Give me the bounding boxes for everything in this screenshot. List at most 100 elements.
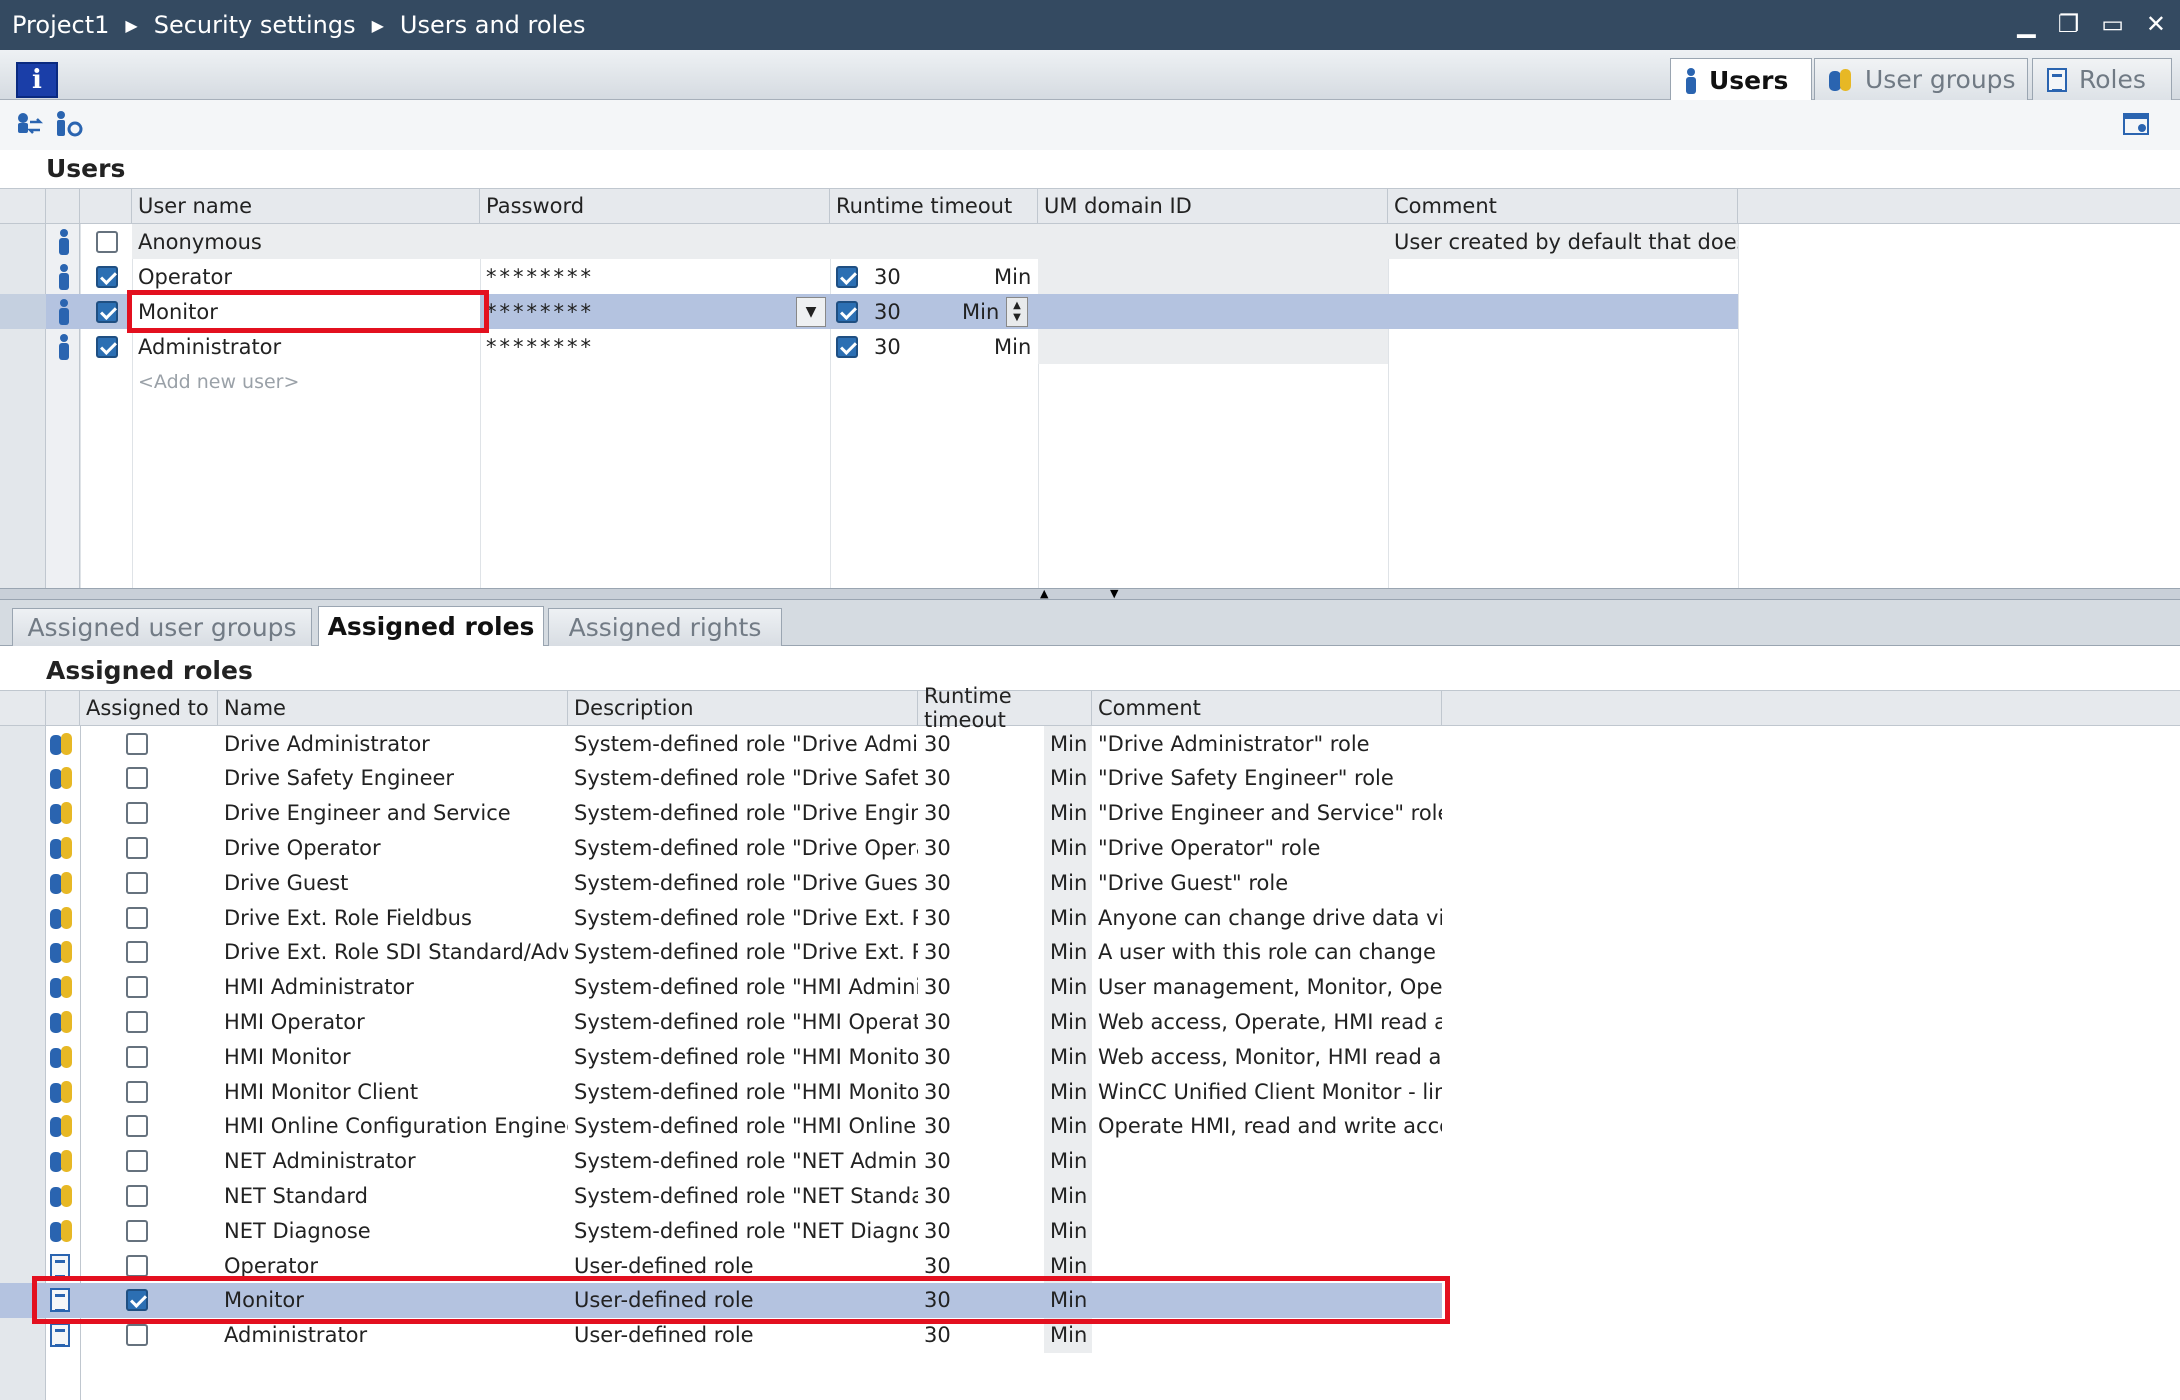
role-timeout-value[interactable]: 30 xyxy=(918,830,1048,865)
role-comment-cell[interactable]: "Drive Safety Engineer" role xyxy=(1092,761,1442,796)
role-name-cell[interactable]: Drive Ext. Role Fieldbus xyxy=(218,900,568,935)
info-icon[interactable]: i xyxy=(16,62,58,98)
role-row[interactable]: HMI Online Configuration Engineer System-… xyxy=(0,1108,2180,1144)
role-row[interactable]: Drive Safety Engineer System-defined role… xyxy=(0,760,2180,796)
role-name-cell[interactable]: Drive Engineer and Service xyxy=(218,796,568,831)
panel-splitter[interactable]: ▲ ▼ xyxy=(0,587,2180,600)
role-assigned-checkbox[interactable] xyxy=(126,941,148,964)
role-comment-cell[interactable]: Anyone can change drive data via... xyxy=(1092,900,1442,935)
role-comment-cell[interactable]: "Drive Administrator" role xyxy=(1092,726,1442,761)
synchronize-users-icon[interactable] xyxy=(14,110,44,140)
role-assigned-checkbox[interactable] xyxy=(126,767,148,790)
user-enabled-checkbox[interactable] xyxy=(96,335,118,358)
role-comment-cell[interactable]: Web access, Monitor, HMI read ac... xyxy=(1092,1039,1442,1074)
role-timeout-value[interactable]: 30 xyxy=(918,935,1048,970)
role-assigned-checkbox[interactable] xyxy=(126,732,148,755)
tab-roles[interactable]: Roles xyxy=(2032,58,2172,100)
role-name-cell[interactable]: NET Diagnose xyxy=(218,1213,568,1248)
role-timeout-value[interactable]: 30 xyxy=(918,900,1048,935)
breadcrumb-security-settings[interactable]: Security settings xyxy=(154,11,356,39)
header-um-domain-id[interactable]: UM domain ID xyxy=(1038,188,1388,224)
header-assigned-to[interactable]: Assigned to xyxy=(80,690,218,726)
timeout-value[interactable]: 30 xyxy=(868,329,948,364)
user-enabled-checkbox[interactable] xyxy=(96,265,118,288)
header-password[interactable]: Password xyxy=(480,188,830,224)
um-domain-cell[interactable] xyxy=(1038,224,1388,259)
role-timeout-value[interactable]: 30 xyxy=(918,726,1048,761)
role-name-cell[interactable]: HMI Monitor xyxy=(218,1039,568,1074)
header-runtime-timeout[interactable]: Runtime timeout xyxy=(830,188,1038,224)
role-assigned-checkbox[interactable] xyxy=(126,1184,148,1207)
role-name-cell[interactable]: NET Administrator xyxy=(218,1144,568,1179)
role-timeout-value[interactable]: 30 xyxy=(918,1213,1048,1248)
add-new-user-link[interactable]: <Add new user> xyxy=(132,364,480,399)
role-row[interactable]: NET Standard System-defined role "NET Sta… xyxy=(0,1178,2180,1214)
role-comment-cell[interactable]: "Drive Operator" role xyxy=(1092,830,1442,865)
timeout-stepper[interactable]: ▲ ▼ xyxy=(1006,296,1028,327)
restore-icon[interactable]: ❐ xyxy=(2058,10,2080,38)
role-description-cell[interactable]: System-defined role "HMI Online C... xyxy=(568,1109,918,1144)
role-comment-cell[interactable] xyxy=(1092,1178,1442,1213)
header-role-name[interactable]: Name xyxy=(218,690,568,726)
role-name-cell[interactable]: Drive Safety Engineer xyxy=(218,761,568,796)
role-name-cell[interactable]: HMI Monitor Client xyxy=(218,1074,568,1109)
role-comment-cell[interactable] xyxy=(1092,1144,1442,1179)
tab-users[interactable]: Users xyxy=(1670,58,1812,102)
role-description-cell[interactable]: System-defined role "HMI Monitor ... xyxy=(568,1074,918,1109)
role-description-cell[interactable]: System-defined role "NET Adminis... xyxy=(568,1144,918,1179)
password-cell[interactable]: ******** xyxy=(480,329,830,364)
role-timeout-value[interactable]: 30 xyxy=(918,1004,1048,1039)
um-domain-cell[interactable] xyxy=(1038,259,1388,294)
user-enabled-checkbox[interactable] xyxy=(96,300,118,323)
tab-assigned-rights[interactable]: Assigned rights xyxy=(548,608,782,646)
role-name-cell[interactable]: Drive Administrator xyxy=(218,726,568,761)
user-name-cell[interactable]: Administrator xyxy=(132,329,480,364)
password-cell[interactable]: ******** xyxy=(480,259,830,294)
role-comment-cell[interactable]: WinCC Unified Client Monitor - limi... xyxy=(1092,1074,1442,1109)
role-comment-cell[interactable] xyxy=(1092,1213,1442,1248)
role-name-cell[interactable]: HMI Online Configuration Engineer xyxy=(218,1109,568,1144)
timeout-enabled-checkbox[interactable] xyxy=(836,335,858,358)
role-comment-cell[interactable]: Operate HMI, read and write acce... xyxy=(1092,1109,1442,1144)
role-assigned-checkbox[interactable] xyxy=(126,1324,148,1347)
password-cell[interactable] xyxy=(480,224,830,259)
role-description-cell[interactable]: System-defined role "HMI Monitor" xyxy=(568,1039,918,1074)
user-enabled-checkbox[interactable] xyxy=(96,230,118,253)
role-description-cell[interactable]: System-defined role "Drive Guest" xyxy=(568,865,918,900)
role-assigned-checkbox[interactable] xyxy=(126,1115,148,1138)
timeout-enabled-checkbox[interactable] xyxy=(836,300,858,323)
close-icon[interactable]: ✕ xyxy=(2146,10,2166,38)
role-comment-cell[interactable]: "Drive Guest" role xyxy=(1092,865,1442,900)
header-role-runtime-timeout[interactable]: Runtime timeout xyxy=(918,684,1092,732)
user-name-cell[interactable]: Anonymous xyxy=(132,224,480,259)
role-row[interactable]: Drive Operator System-defined role "Drive… xyxy=(0,830,2180,866)
header-description[interactable]: Description xyxy=(568,690,918,726)
breadcrumb-project[interactable]: Project1 xyxy=(12,11,109,39)
collapse-down-icon[interactable]: ▼ xyxy=(1110,587,1118,600)
role-row[interactable]: HMI Administrator System-defined role "HM… xyxy=(0,969,2180,1005)
role-assigned-checkbox[interactable] xyxy=(126,1080,148,1103)
role-description-cell[interactable]: System-defined role "Drive Safety ... xyxy=(568,761,918,796)
role-assigned-checkbox[interactable] xyxy=(126,871,148,894)
role-name-cell[interactable]: Drive Operator xyxy=(218,830,568,865)
role-name-cell[interactable]: HMI Administrator xyxy=(218,970,568,1005)
role-description-cell[interactable]: System-defined role "HMI Operator" xyxy=(568,1004,918,1039)
collapse-up-icon[interactable]: ▲ xyxy=(1040,587,1048,600)
maximize-icon[interactable]: ▭ xyxy=(2101,10,2124,38)
role-description-cell[interactable]: System-defined role "HMI Adminis... xyxy=(568,970,918,1005)
comment-cell[interactable]: User created by default that does ... xyxy=(1388,224,1738,259)
role-timeout-value[interactable]: 30 xyxy=(918,970,1048,1005)
role-description-cell[interactable]: System-defined role "Drive Operat... xyxy=(568,830,918,865)
role-name-cell[interactable]: Drive Guest xyxy=(218,865,568,900)
role-timeout-value[interactable]: 30 xyxy=(918,1144,1048,1179)
tab-user-groups[interactable]: User groups xyxy=(1814,58,2028,100)
role-row[interactable]: Drive Guest System-defined role "Drive Gu… xyxy=(0,865,2180,901)
role-assigned-checkbox[interactable] xyxy=(126,1010,148,1033)
timeout-value[interactable]: 30 xyxy=(868,259,948,294)
role-row[interactable]: Drive Engineer and Service System-defined… xyxy=(0,795,2180,831)
role-assigned-checkbox[interactable] xyxy=(126,906,148,929)
header-comment[interactable]: Comment xyxy=(1388,188,1738,224)
role-timeout-value[interactable]: 30 xyxy=(918,1039,1048,1074)
chevron-down-icon[interactable]: ▼ xyxy=(796,296,826,327)
role-assigned-checkbox[interactable] xyxy=(126,1150,148,1173)
